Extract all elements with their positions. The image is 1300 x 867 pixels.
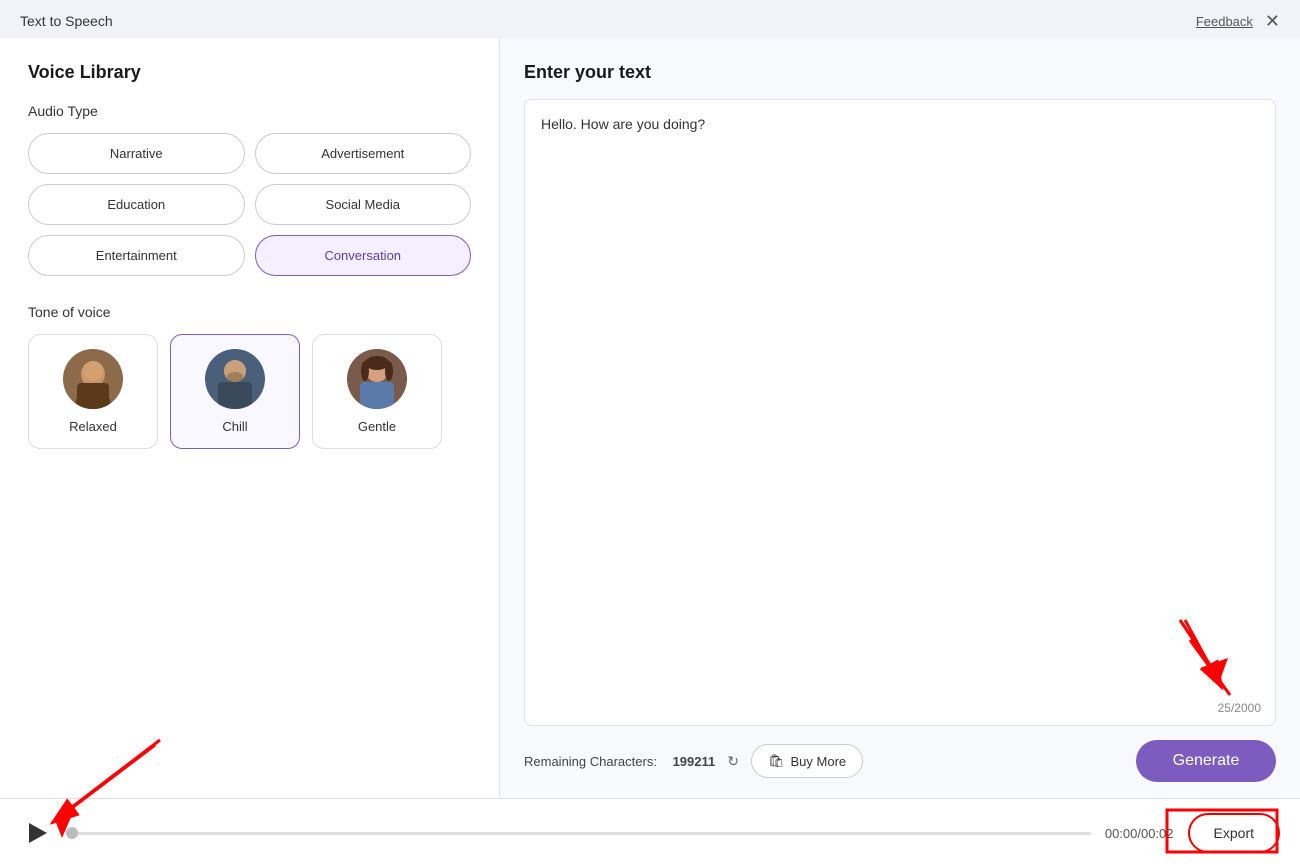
play-icon	[29, 823, 47, 843]
progress-thumb[interactable]	[66, 827, 78, 839]
tone-label: Tone of voice	[28, 304, 471, 320]
text-area-container: Hello. How are you doing? 25/2000	[524, 99, 1276, 726]
play-button[interactable]	[20, 817, 52, 849]
buy-more-label: Buy More	[791, 754, 847, 769]
tone-chill-avatar	[205, 349, 265, 409]
progress-container	[66, 832, 1091, 835]
bottom-bar: Remaining Characters: 199211 ↻ 🛍 Buy Mor…	[524, 740, 1276, 782]
tone-relaxed-avatar	[63, 349, 123, 409]
audio-type-grid: Narrative Advertisement Education Social…	[28, 133, 471, 276]
voice-library-title: Voice Library	[28, 62, 471, 83]
audio-type-label: Audio Type	[28, 103, 471, 119]
remaining-label-text: Remaining Characters:	[524, 754, 657, 769]
title-bar-actions: Feedback ✕	[1196, 12, 1280, 30]
remaining-chars-label: Remaining Characters: 199211	[524, 754, 715, 769]
audio-type-education[interactable]: Education	[28, 184, 245, 225]
refresh-icon[interactable]: ↻	[727, 753, 739, 770]
feedback-link[interactable]: Feedback	[1196, 14, 1253, 29]
tone-gentle-label: Gentle	[358, 419, 396, 434]
tone-gentle-avatar	[347, 349, 407, 409]
progress-track[interactable]	[66, 832, 1091, 835]
tone-chill[interactable]: Chill	[170, 334, 300, 449]
audio-type-advertisement[interactable]: Advertisement	[255, 133, 472, 174]
tone-gentle[interactable]: Gentle	[312, 334, 442, 449]
buy-more-button[interactable]: 🛍 Buy More	[751, 744, 863, 778]
tone-relaxed[interactable]: Relaxed	[28, 334, 158, 449]
tone-relaxed-label: Relaxed	[69, 419, 117, 434]
app-title: Text to Speech	[20, 13, 113, 29]
title-bar: Text to Speech Feedback ✕	[0, 0, 1300, 38]
audio-type-conversation[interactable]: Conversation	[255, 235, 472, 276]
char-count: 25/2000	[1218, 701, 1261, 715]
main-content: Voice Library Audio Type Narrative Adver…	[0, 38, 1300, 798]
tone-chill-label: Chill	[222, 419, 247, 434]
left-panel: Voice Library Audio Type Narrative Adver…	[0, 38, 500, 798]
enter-text-title: Enter your text	[524, 62, 1276, 83]
tone-grid: Relaxed Chill	[28, 334, 471, 449]
audio-type-social-media[interactable]: Social Media	[255, 184, 472, 225]
export-button[interactable]: Export	[1188, 813, 1280, 853]
player-bar: 00:00/00:02 Export	[0, 798, 1300, 867]
audio-type-entertainment[interactable]: Entertainment	[28, 235, 245, 276]
remaining-value: 199211	[673, 754, 716, 769]
audio-type-narrative[interactable]: Narrative	[28, 133, 245, 174]
close-button[interactable]: ✕	[1265, 12, 1280, 30]
text-input[interactable]: Hello. How are you doing?	[541, 116, 1259, 709]
generate-button[interactable]: Generate	[1136, 740, 1276, 782]
time-display: 00:00/00:02	[1105, 826, 1174, 841]
right-panel: Enter your text Hello. How are you doing…	[500, 38, 1300, 798]
buy-more-icon: 🛍	[768, 753, 785, 769]
